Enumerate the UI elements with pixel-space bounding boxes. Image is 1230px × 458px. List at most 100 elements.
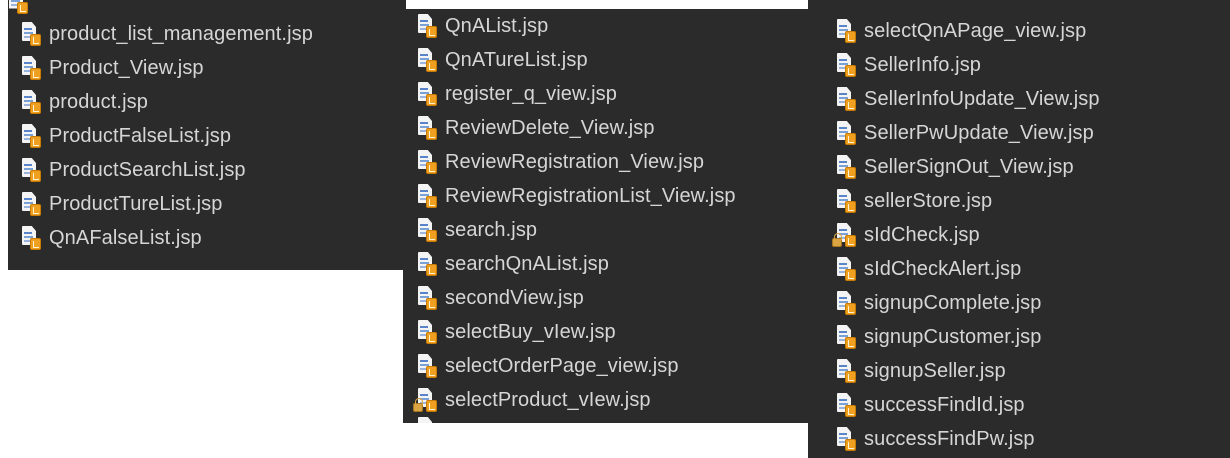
file-list-item[interactable]: successFindPw.jsp [836,422,1100,456]
file-list-item[interactable]: QnAList.jsp [417,9,736,43]
file-list-item-partial [8,0,28,17]
file-name: selectOrderPage_view.jsp [445,354,679,377]
jsp-file-icon [417,218,437,242]
file-list-item[interactable]: successFindId.jsp [836,388,1100,422]
jsp-file-icon [836,291,856,315]
file-list-item[interactable]: Product_View.jsp [21,51,313,85]
file-name: selectBuy_vIew.jsp [445,320,616,343]
file-list-item[interactable]: SellerPwUpdate_View.jsp [836,116,1100,150]
jsp-file-icon [417,252,437,276]
file-list-item[interactable]: signupSeller.jsp [836,354,1100,388]
jsp-file-icon [417,14,437,38]
file-list-item[interactable]: ReviewRegistration_View.jsp [417,145,736,179]
jsp-file-icon [21,124,41,148]
jsp-file-icon [836,359,856,383]
file-name: search.jsp [445,218,538,241]
jsp-file-icon [836,155,856,179]
jsp-file-icon [417,286,437,310]
jsp-file-icon [836,19,856,43]
file-list-item[interactable]: secondView.jsp [417,281,736,315]
file-list-item[interactable]: signupCustomer.jsp [836,320,1100,354]
file-list-item[interactable]: SellerInfoUpdate_View.jsp [836,82,1100,116]
file-list-item[interactable]: selectQnAPage_view.jsp [836,14,1100,48]
file-name: ReviewRegistration_View.jsp [445,150,705,173]
file-list-item[interactable]: QnAFalseList.jsp [21,221,313,255]
file-list-item[interactable]: selectBuy_vIew.jsp [417,315,736,349]
file-list-item[interactable]: ProductSearchList.jsp [21,153,313,187]
file-list-item[interactable]: SellerInfo.jsp [836,48,1100,82]
jsp-file-icon [21,192,41,216]
file-name: QnAFalseList.jsp [49,226,202,249]
file-list-item[interactable]: selectProduct_vIew.jsp [413,383,736,417]
lock-icon [413,398,423,412]
file-list-item[interactable]: search.jsp [417,213,736,247]
jsp-file-icon [836,325,856,349]
file-name: product_list_management.jsp [49,22,313,45]
file-list-item[interactable]: sIdCheck.jsp [832,218,1100,252]
jsp-file-icon [836,257,856,281]
file-list-item[interactable]: ProductFalseList.jsp [21,119,313,153]
file-name: register_q_view.jsp [445,82,617,105]
file-name: QnAList.jsp [445,14,549,37]
jsp-file-icon [417,116,437,140]
file-name: selectQnAPage_view.jsp [864,19,1087,42]
file-list: selectQnAPage_view.jsp SellerInfo.jsp Se… [832,14,1100,456]
file-name: ProductSearchList.jsp [49,158,246,181]
file-name: signupComplete.jsp [864,291,1042,314]
jsp-file-icon [21,90,41,114]
file-name: SellerInfoUpdate_View.jsp [864,87,1100,110]
file-name: SellerSignOut_View.jsp [864,155,1074,178]
jsp-file-icon [836,121,856,145]
file-name: ReviewRegistrationList_View.jsp [445,184,736,207]
file-list-panel-1: product_list_management.jsp Product_View… [8,0,406,270]
jsp-file-icon [417,48,437,72]
file-name: signupSeller.jsp [864,359,1006,382]
jsp-file-icon [836,427,856,451]
file-name: selectProduct_vIew.jsp [445,388,651,411]
file-name: sellerStore.jsp [864,189,993,212]
file-list: QnAList.jsp QnATureList.jsp register_q_v… [413,9,736,423]
file-name: secondView.jsp [445,286,584,309]
jsp-file-icon [836,189,856,213]
jsp-file-icon [417,184,437,208]
file-name: ProductFalseList.jsp [49,124,232,147]
file-list-item-partial [417,417,736,423]
jsp-file-icon [21,56,41,80]
jsp-file-icon [417,354,437,378]
file-name: SellerPwUpdate_View.jsp [864,121,1094,144]
file-list-item[interactable]: selectOrderPage_view.jsp [417,349,736,383]
file-list-item[interactable]: ReviewRegistrationList_View.jsp [417,179,736,213]
jsp-file-icon [836,53,856,77]
jsp-file-icon [21,158,41,182]
jsp-file-icon [836,393,856,417]
jsp-file-icon [21,22,41,46]
jsp-file-icon [836,87,856,111]
jsp-file-icon [417,150,437,174]
file-list [8,0,28,17]
file-name: sIdCheckAlert.jsp [864,257,1022,280]
jsp-file-icon [417,417,437,423]
file-list-item[interactable]: product_list_management.jsp [21,17,313,51]
jsp-file-icon [417,320,437,344]
file-list-item[interactable]: searchQnAList.jsp [417,247,736,281]
file-list-item[interactable]: register_q_view.jsp [417,77,736,111]
file-list-item[interactable]: sellerStore.jsp [836,184,1100,218]
jsp-file-locked-icon [832,223,856,247]
file-name: successFindId.jsp [864,393,1025,416]
file-list-item[interactable]: ProductTureList.jsp [21,187,313,221]
jsp-file-locked-icon [413,388,437,412]
file-name: Product_View.jsp [49,56,204,79]
file-name: SellerInfo.jsp [864,53,982,76]
file-name: successFindPw.jsp [864,427,1035,450]
file-list-item[interactable]: SellerSignOut_View.jsp [836,150,1100,184]
file-list-item[interactable]: sIdCheckAlert.jsp [836,252,1100,286]
file-list-item[interactable]: signupComplete.jsp [836,286,1100,320]
file-list-item[interactable]: product.jsp [21,85,313,119]
lock-icon [832,233,842,247]
file-list-item[interactable]: QnATureList.jsp [417,43,736,77]
file-name: searchQnAList.jsp [445,252,609,275]
file-list-item[interactable]: ReviewDelete_View.jsp [417,111,736,145]
jsp-file-icon [21,226,41,250]
file-name: ReviewDelete_View.jsp [445,116,655,139]
jsp-file-icon [8,0,28,14]
